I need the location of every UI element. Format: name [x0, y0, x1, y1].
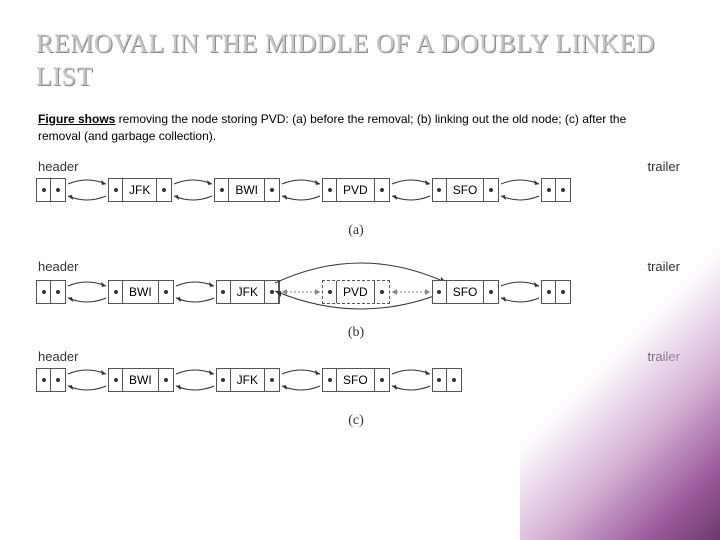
- node-sfo: SFO: [432, 280, 500, 304]
- slide-title: REMOVAL IN THE MIDDLE OF A DOUBLY LINKED…: [36, 28, 684, 93]
- link-arrows: [280, 178, 322, 202]
- trailer-label: trailer: [647, 159, 680, 174]
- row-sublabel-a: (a): [36, 223, 676, 239]
- trailer-sentinel: [432, 368, 462, 392]
- link-arrows: [499, 280, 541, 304]
- link-arrows: [66, 280, 108, 304]
- link-arrows: [66, 368, 108, 392]
- node-label: JFK: [231, 281, 265, 303]
- node-bwi: BWI: [214, 178, 280, 202]
- link-arrows: [390, 178, 432, 202]
- figure-caption: Figure shows removing the node storing P…: [36, 111, 636, 145]
- node-bwi: BWI: [108, 368, 174, 392]
- node-jfk: JFK: [108, 178, 172, 202]
- link-arrows: [66, 178, 108, 202]
- node-sfo: SFO: [432, 178, 500, 202]
- link-arrows: [390, 368, 432, 392]
- trailer-label: trailer: [647, 349, 680, 364]
- node-label: JFK: [123, 179, 157, 201]
- diagram-area: header trailer JFK BWI: [36, 161, 676, 429]
- caption-text: removing the node storing PVD: (a) befor…: [38, 112, 626, 143]
- link-arrows: [280, 368, 322, 392]
- node-pvd: PVD: [322, 178, 390, 202]
- node-label: BWI: [123, 369, 159, 391]
- node-jfk: JFK: [216, 368, 280, 392]
- node-sfo: SFO: [322, 368, 390, 392]
- link-arrows: [499, 178, 541, 202]
- link-old: [280, 280, 322, 304]
- node-label: BWI: [229, 179, 265, 201]
- node-label: SFO: [447, 179, 485, 201]
- node-jfk: JFK: [216, 280, 280, 304]
- node-bwi: BWI: [108, 280, 174, 304]
- link-arrows: [174, 280, 216, 304]
- node-label: BWI: [123, 281, 159, 303]
- link-arrows: [172, 178, 214, 202]
- trailer-label: trailer: [647, 259, 680, 274]
- caption-lead: Figure shows: [38, 112, 115, 126]
- row-sublabel-c: (c): [36, 413, 676, 429]
- node-label: PVD: [337, 281, 375, 303]
- trailer-sentinel: [541, 280, 571, 304]
- link-old: [390, 280, 432, 304]
- node-label: SFO: [447, 281, 485, 303]
- diagram-row-c: header trailer BWI JFK: [36, 351, 676, 429]
- node-pvd-removed: PVD: [322, 280, 390, 304]
- page-number: 30: [558, 509, 570, 524]
- trailer-sentinel: [541, 178, 571, 202]
- node-label: SFO: [337, 369, 375, 391]
- node-label: JFK: [231, 369, 265, 391]
- link-arrows: [174, 368, 216, 392]
- diagram-row-a: header trailer JFK BWI: [36, 161, 676, 239]
- diagram-row-b: header trailer BWI JFK: [36, 249, 676, 341]
- row-sublabel-b: (b): [36, 325, 676, 341]
- node-label: PVD: [337, 179, 375, 201]
